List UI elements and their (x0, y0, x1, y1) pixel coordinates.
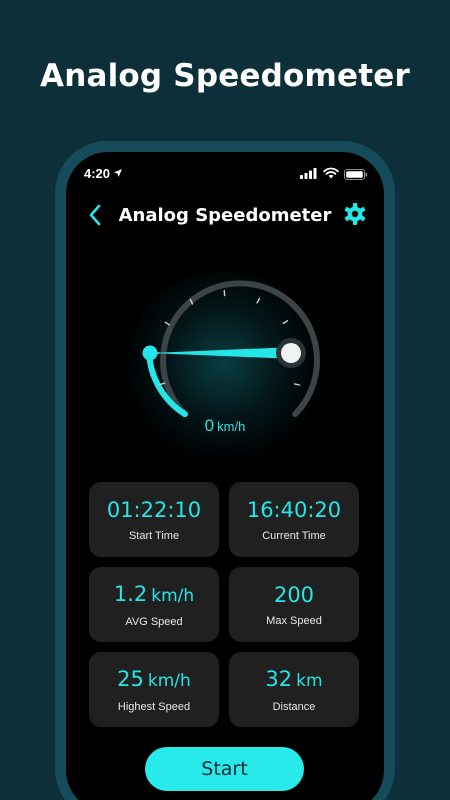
stat-label: AVG Speed (125, 615, 183, 628)
wifi-icon (323, 167, 339, 179)
stat-card-avg-speed: 1.2 km/h AVG Speed (89, 567, 219, 642)
stats-grid: 01:22:10 Start Time 16:40:20 Current Tim… (89, 482, 361, 727)
cellular-signal-icon (300, 168, 317, 179)
battery-icon (344, 169, 368, 180)
stat-card-max-speed: 200 Max Speed (229, 567, 359, 642)
stat-value: 01:22:10 (106, 497, 202, 522)
stat-value: 16:40:20 (246, 497, 342, 522)
stat-label: Highest Speed (117, 700, 191, 713)
stat-card-highest-speed: 25 km/h Highest Speed (89, 652, 219, 727)
stat-value: 25 km/h (117, 666, 191, 691)
status-time: 4:20 (84, 166, 111, 181)
gauge-hub (281, 343, 301, 363)
stat-label: Max Speed (266, 614, 322, 627)
gauge-needle (150, 347, 283, 359)
speed-value: 0 (204, 416, 215, 435)
start-button[interactable]: Start (145, 747, 304, 791)
promo-headline: Analog Speedometer (40, 58, 410, 94)
stat-value: 32 km (265, 666, 323, 691)
phone-screen: 4:20 Analog Speedometer 0 km/h 01:22:10 … (66, 152, 384, 800)
status-bar: 4:20 (66, 165, 384, 183)
stat-label: Current Time (262, 529, 326, 542)
stat-label: Distance (272, 700, 316, 713)
stat-label: Start Time (128, 529, 180, 542)
speed-unit: km/h (217, 419, 246, 434)
stat-card-start-time: 01:22:10 Start Time (89, 482, 219, 557)
stat-card-current-time: 16:40:20 Current Time (229, 482, 359, 557)
location-arrow-icon (114, 169, 122, 177)
page-title: Analog Speedometer (118, 205, 332, 226)
gauge-ticks (153, 289, 303, 386)
app-bar: Analog Speedometer (66, 200, 384, 230)
speed-readout: 0 km/h (66, 416, 384, 436)
stat-value: 1.2 km/h (113, 581, 195, 606)
gauge-dot (142, 345, 158, 361)
stat-value: 200 (273, 582, 315, 607)
gear-icon[interactable] (343, 202, 367, 226)
stat-card-distance: 32 km Distance (229, 652, 359, 727)
